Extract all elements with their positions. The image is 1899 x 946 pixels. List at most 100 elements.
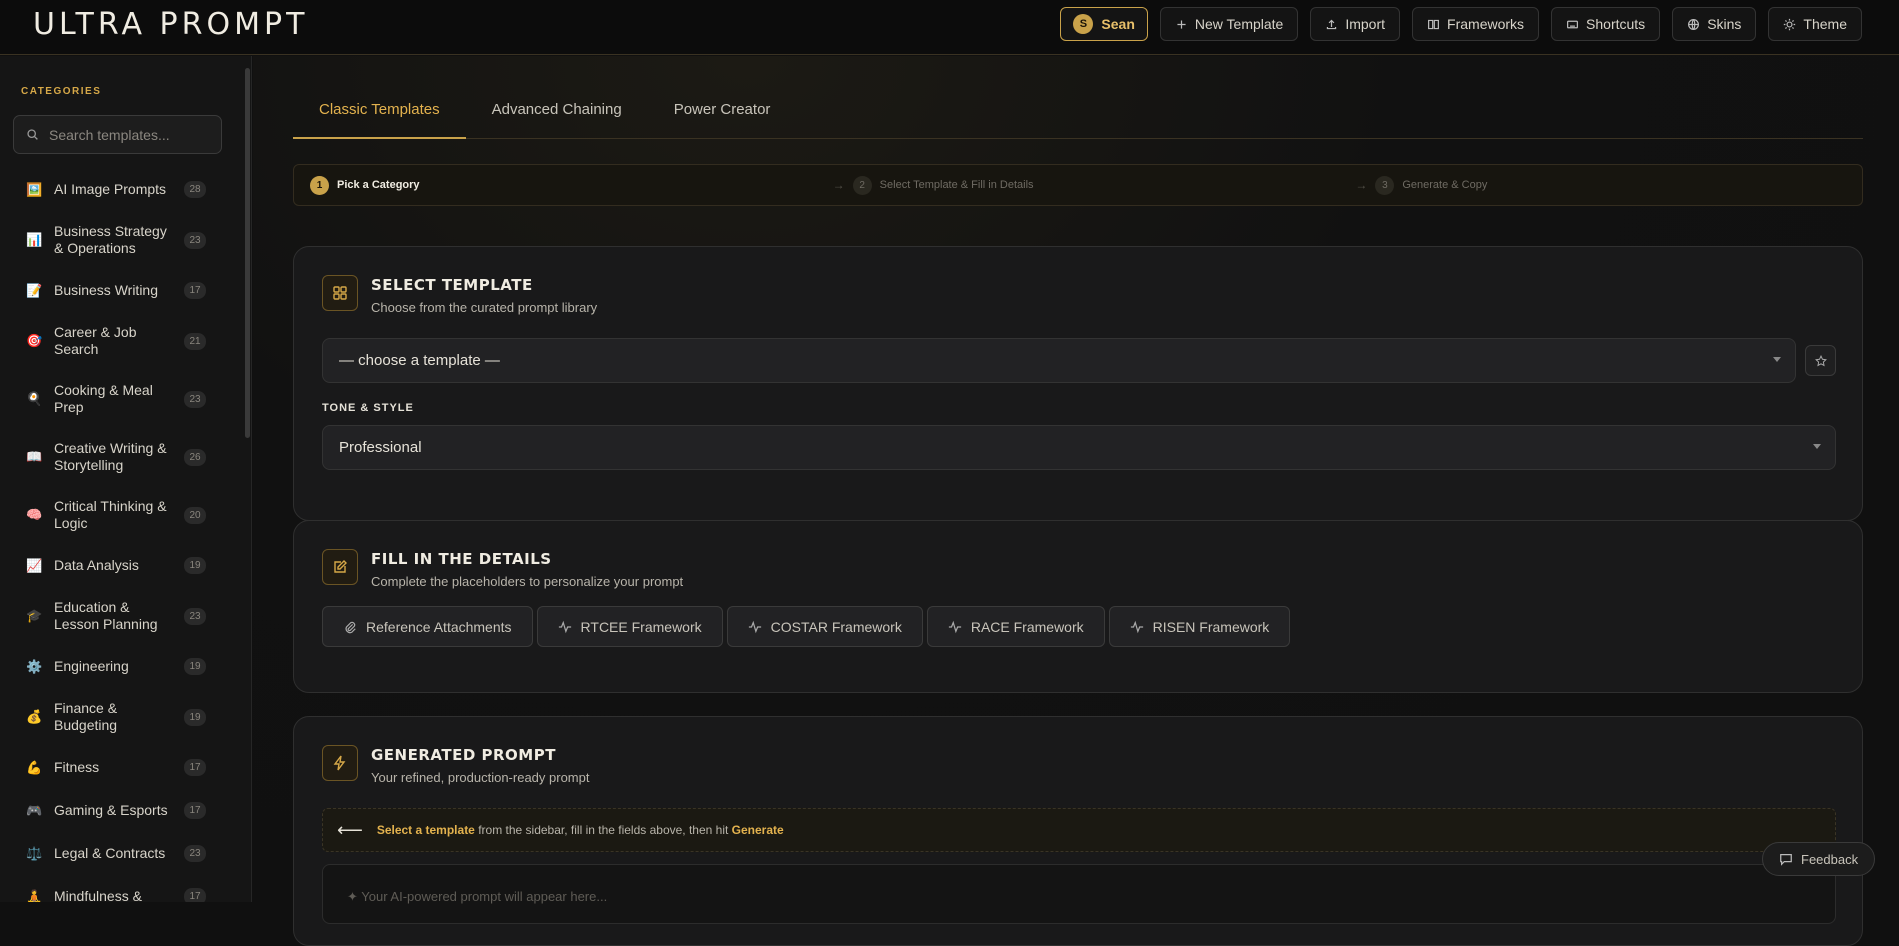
category-count-badge: 19	[184, 557, 206, 574]
select-template-card: SELECT TEMPLATE Choose from the curated …	[293, 246, 1863, 521]
sidebar-item-category[interactable]: 🎓 Education & Lesson Planning 23	[0, 587, 230, 645]
app-logo[interactable]: ULTRA PROMPT	[33, 7, 308, 42]
theme-label: Theme	[1803, 16, 1847, 32]
hint-generate: Generate	[731, 823, 784, 837]
tab-classic-templates[interactable]: Classic Templates	[293, 82, 466, 139]
rtcee-framework-button[interactable]: RTCEE Framework	[536, 606, 723, 647]
category-emoji-icon: 💰	[26, 709, 43, 724]
step-arrow-icon: →	[832, 178, 845, 192]
sidebar-item-category[interactable]: 📝 Business Writing 17	[0, 269, 230, 312]
category-count-badge: 20	[184, 506, 206, 524]
search-box[interactable]	[13, 115, 222, 154]
sidebar-item-category[interactable]: ⚖️ Legal & Contracts 23	[0, 832, 230, 875]
sun-icon	[1784, 18, 1796, 30]
arrow-left-icon: ⟵	[337, 819, 363, 840]
costar-framework-label: COSTAR Framework	[770, 618, 902, 635]
select-template-subtitle: Choose from the curated prompt library	[371, 300, 598, 315]
sidebar-item-category[interactable]: 🎮 Gaming & Esports 17	[0, 789, 230, 832]
category-label: Cooking & Meal Prep	[54, 382, 153, 415]
sidebar-item-category[interactable]: 🧠 Critical Thinking & Logic 20	[0, 486, 230, 544]
category-emoji-icon: 💪	[26, 759, 43, 775]
sidebar-item-category[interactable]: 💰 Finance & Budgeting 19	[0, 688, 230, 746]
sidebar-item-category[interactable]: 📈 Data Analysis 19	[0, 544, 230, 587]
category-label: Critical Thinking & Logic	[54, 498, 167, 531]
category-label: Career & Job Search	[54, 324, 137, 357]
theme-button[interactable]: Theme	[1768, 7, 1862, 41]
risen-framework-button[interactable]: RISEN Framework	[1108, 606, 1291, 647]
category-count-badge: 17	[184, 888, 206, 902]
sidebar-item-category[interactable]: 📊 Business Strategy & Operations 23	[0, 211, 230, 269]
generated-prompt-title: GENERATED PROMPT	[371, 746, 556, 764]
user-button[interactable]: S Sean	[1060, 7, 1148, 41]
costar-framework-button[interactable]: COSTAR Framework	[726, 606, 923, 647]
select-template-title: SELECT TEMPLATE	[371, 276, 533, 294]
favorite-button[interactable]	[1805, 345, 1836, 376]
category-emoji-icon: 📈	[26, 557, 43, 573]
sidebar-scroll-thumb[interactable]	[245, 68, 250, 438]
sidebar-item-category[interactable]: ⚙️ Engineering 19	[0, 645, 230, 688]
skins-label: Skins	[1707, 16, 1742, 32]
import-label: Import	[1345, 16, 1386, 32]
grid-icon	[322, 275, 358, 311]
feedback-label: Feedback	[1801, 851, 1859, 867]
category-label: Fitness	[54, 759, 100, 775]
sidebar-item-category[interactable]: 🧘 Mindfulness & 17	[0, 875, 230, 902]
category-label: Creative Writing & Storytelling	[54, 440, 167, 473]
category-emoji-icon: 🖼️	[26, 181, 43, 197]
user-name: Sean	[1101, 16, 1135, 32]
frameworks-button[interactable]: Frameworks	[1412, 7, 1540, 41]
race-framework-button[interactable]: RACE Framework	[926, 606, 1105, 647]
category-count-badge: 17	[184, 282, 206, 299]
tone-select[interactable]: Professional	[322, 425, 1836, 470]
avatar: S	[1073, 14, 1094, 34]
category-label: Mindfulness &	[54, 888, 142, 902]
feedback-button[interactable]: Feedback	[1762, 842, 1876, 876]
sidebar-item-category[interactable]: 📖 Creative Writing & Storytelling 26	[0, 428, 230, 486]
step-1: 1 Pick a Category	[294, 175, 817, 195]
search-icon	[27, 129, 38, 140]
tab-advanced-chaining[interactable]: Advanced Chaining	[466, 82, 648, 139]
skins-button[interactable]: Skins	[1672, 7, 1757, 41]
sidebar-item-category[interactable]: 🎯 Career & Job Search 21	[0, 312, 230, 370]
category-count-badge: 23	[184, 231, 206, 249]
new-template-label: New Template	[1194, 16, 1284, 32]
reference-attachments-label: Reference Attachments	[366, 618, 512, 635]
instruction-hint: ⟵ Select a template from the sidebar, fi…	[322, 808, 1836, 852]
prompt-output[interactable]: ✦ Your AI-powered prompt will appear her…	[322, 864, 1836, 924]
sidebar-item-category[interactable]: 🖼️ AI Image Prompts 28	[0, 168, 230, 211]
category-label: Business Writing	[54, 282, 159, 298]
step-1-number: 1	[310, 175, 329, 195]
category-emoji-icon: 🎓	[26, 608, 43, 623]
category-emoji-icon: 📊	[26, 232, 43, 247]
category-count-badge: 17	[184, 802, 206, 819]
generated-prompt-card: GENERATED PROMPT Your refined, productio…	[293, 716, 1863, 946]
activity-icon	[1130, 620, 1143, 633]
shortcuts-button[interactable]: Shortcuts	[1551, 7, 1661, 41]
category-label: Business Strategy & Operations	[54, 223, 167, 256]
new-template-button[interactable]: New Template	[1159, 7, 1299, 41]
fill-details-title: FILL IN THE DETAILS	[371, 550, 552, 568]
category-list: 🖼️ AI Image Prompts 28 📊 Business Strategy &…	[0, 168, 230, 902]
upload-icon	[1327, 19, 1337, 29]
template-select[interactable]: — choose a template —	[322, 338, 1796, 383]
paperclip-icon	[345, 621, 356, 633]
sidebar-item-category[interactable]: 🍳 Cooking & Meal Prep 23	[0, 370, 230, 428]
mode-tabs: Classic Templates Advanced Chaining Powe…	[293, 82, 1863, 139]
category-emoji-icon: 📖	[26, 449, 43, 464]
main-content: Classic Templates Advanced Chaining Powe…	[253, 56, 1899, 946]
category-label: AI Image Prompts	[54, 181, 167, 197]
book-icon	[1428, 19, 1440, 29]
sidebar-item-category[interactable]: 💪 Fitness 17	[0, 746, 230, 789]
plus-icon	[1177, 19, 1186, 29]
category-emoji-icon: 🎮	[26, 802, 43, 818]
risen-framework-label: RISEN Framework	[1152, 618, 1270, 635]
category-emoji-icon: 🧘	[26, 888, 43, 903]
search-input[interactable]	[49, 126, 209, 143]
reference-attachments-button[interactable]: Reference Attachments	[322, 606, 533, 647]
import-button[interactable]: Import	[1310, 7, 1401, 41]
fill-details-card: FILL IN THE DETAILS Complete the placeho…	[293, 520, 1863, 693]
keyboard-icon	[1567, 20, 1579, 28]
template-select-value: — choose a template —	[339, 352, 500, 369]
tab-power-creator[interactable]: Power Creator	[648, 82, 797, 139]
category-label: Finance & Budgeting	[54, 700, 118, 733]
